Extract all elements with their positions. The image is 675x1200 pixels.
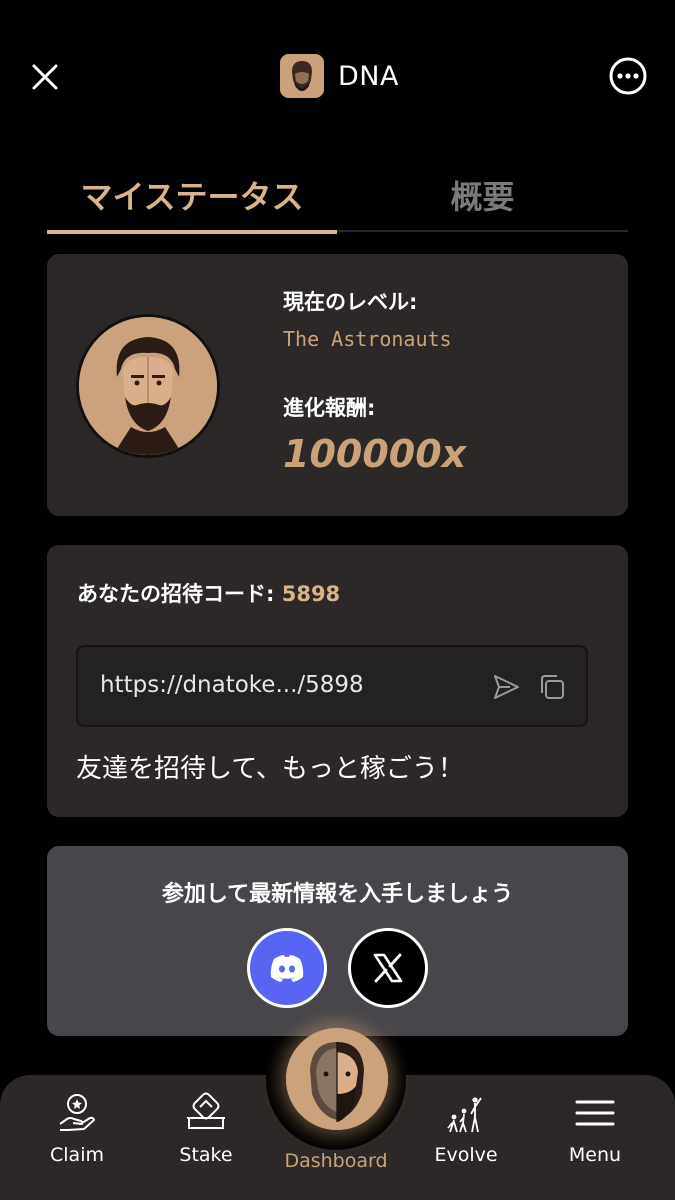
nav-item-stake[interactable]: Stake [151,1090,261,1180]
app-logo [280,54,324,98]
nav-label-stake: Stake [179,1144,233,1166]
invite-code-value: 5898 [281,582,341,606]
nav-label-claim: Claim [50,1144,104,1166]
invite-code-label: あなたの招待コード: [77,582,275,606]
copy-link-button[interactable] [536,671,568,703]
close-icon [32,64,58,90]
nav-label-dashboard: Dashboard [284,1150,388,1172]
invite-link-text: https://dnatoke.../5898 [100,672,364,698]
discord-icon [270,955,304,982]
nav-label-evolve: Evolve [434,1144,498,1166]
social-card: 参加して最新情報を入手しましょう [47,846,628,1036]
invite-link-field[interactable]: https://dnatoke.../5898 [76,645,588,727]
nav-item-evolve[interactable]: Evolve [411,1090,521,1180]
nav-item-menu[interactable]: Menu [540,1090,650,1180]
evolve-icon [447,1097,482,1133]
current-level-label: 現在のレベル: [283,290,418,314]
current-level-value: The Astronauts [283,327,452,351]
app-title-group: DNA [280,54,399,98]
copy-icon [541,675,564,699]
evolution-reward-label: 進化報酬: [283,396,376,420]
top-bar: DNA [0,40,675,112]
menu-icon [575,1100,615,1126]
stake-icon [187,1092,225,1129]
app-title: DNA [338,60,399,92]
invite-card: あなたの招待コード: 5898 https://dnatoke.../5898 … [47,545,628,817]
x-icon [373,953,403,983]
more-options-icon [609,57,647,95]
discord-button[interactable] [247,928,327,1008]
nav-label-menu: Menu [568,1144,622,1166]
invite-note: 友達を招待して、もっと稼ごう！ [76,754,464,784]
nav-item-dashboard[interactable] [286,1028,388,1130]
close-button[interactable] [26,58,64,96]
tab-overview[interactable]: 概要 [337,160,628,230]
evolution-reward-value: 100000x [283,432,467,476]
more-options-button[interactable] [608,56,648,96]
avatar [76,314,220,458]
send-icon [494,675,519,699]
tab-bar: マイステータス 概要 [47,160,628,234]
nav-item-claim[interactable]: Claim [22,1090,132,1180]
claim-icon [59,1094,95,1131]
level-card: 現在のレベル: The Astronauts 進化報酬: 100000x [47,254,628,516]
x-button[interactable] [348,928,428,1008]
invite-code-row: あなたの招待コード: 5898 [77,578,340,608]
share-link-button[interactable] [490,671,522,703]
social-title: 参加して最新情報を入手しましょう [161,882,514,907]
dashboard-avatar-icon [286,1028,388,1130]
tab-my-status[interactable]: マイステータス [47,160,337,234]
app-screen: DNA マイステータス 概要 現在のレベル: The Astronauts 進化… [0,0,675,1200]
